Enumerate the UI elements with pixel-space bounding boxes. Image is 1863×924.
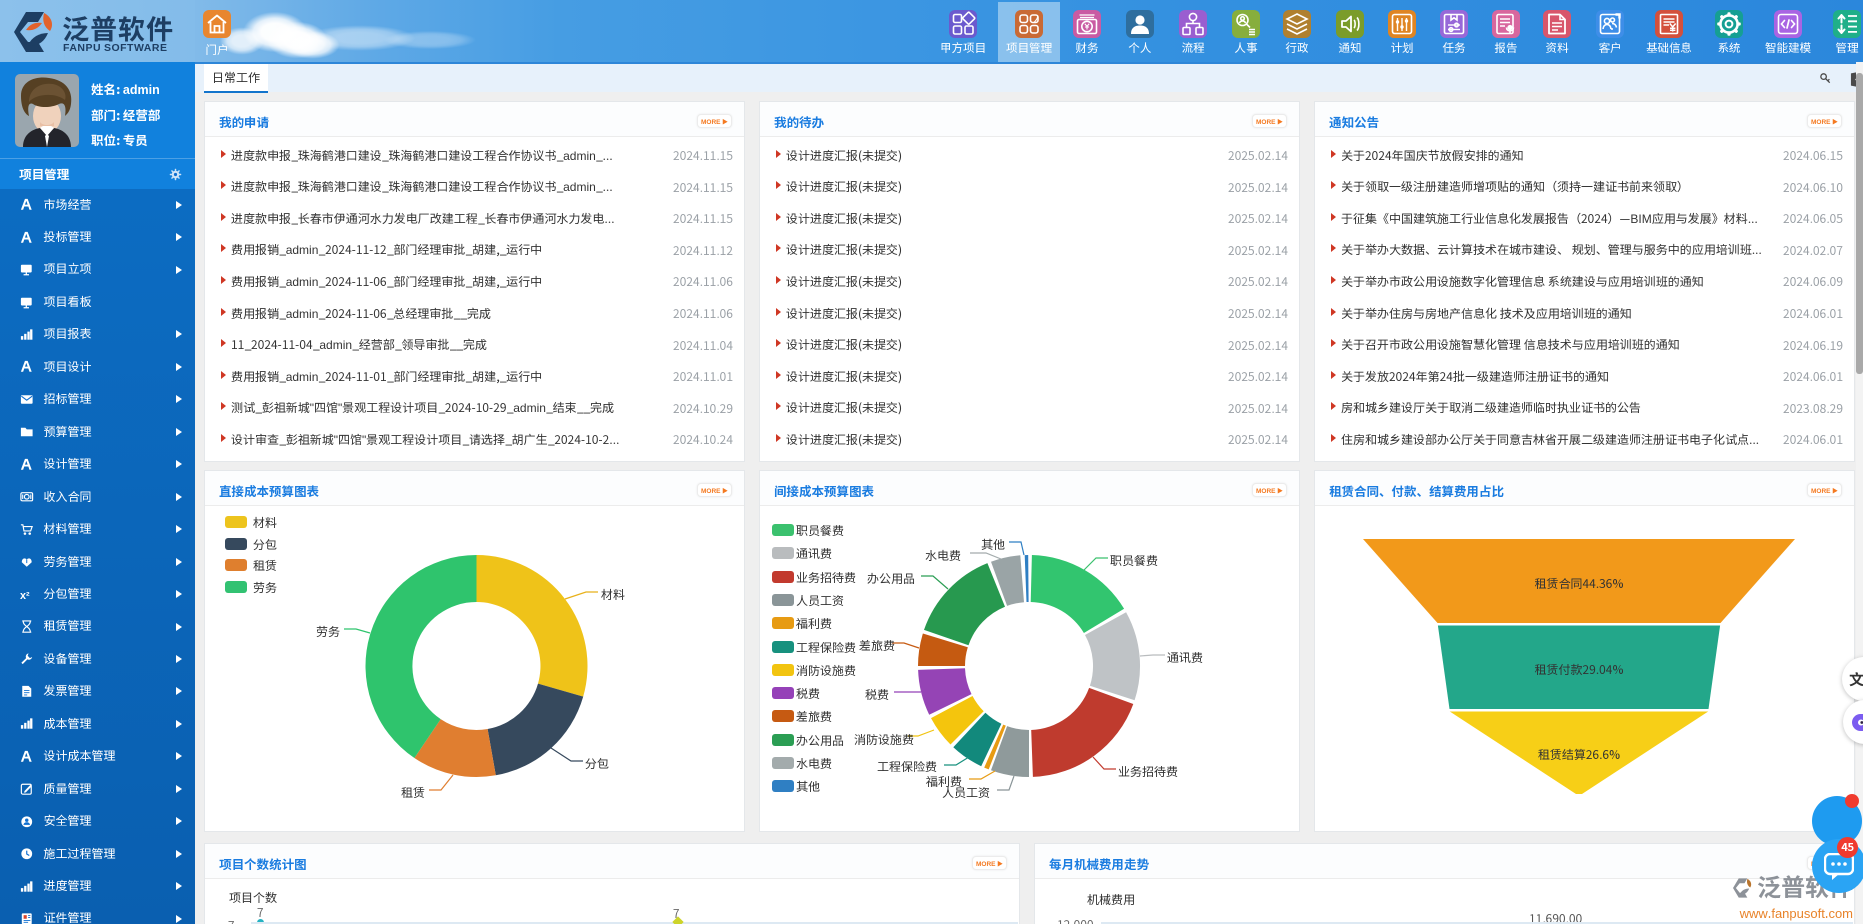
svg-text:x²: x² [20,589,30,601]
